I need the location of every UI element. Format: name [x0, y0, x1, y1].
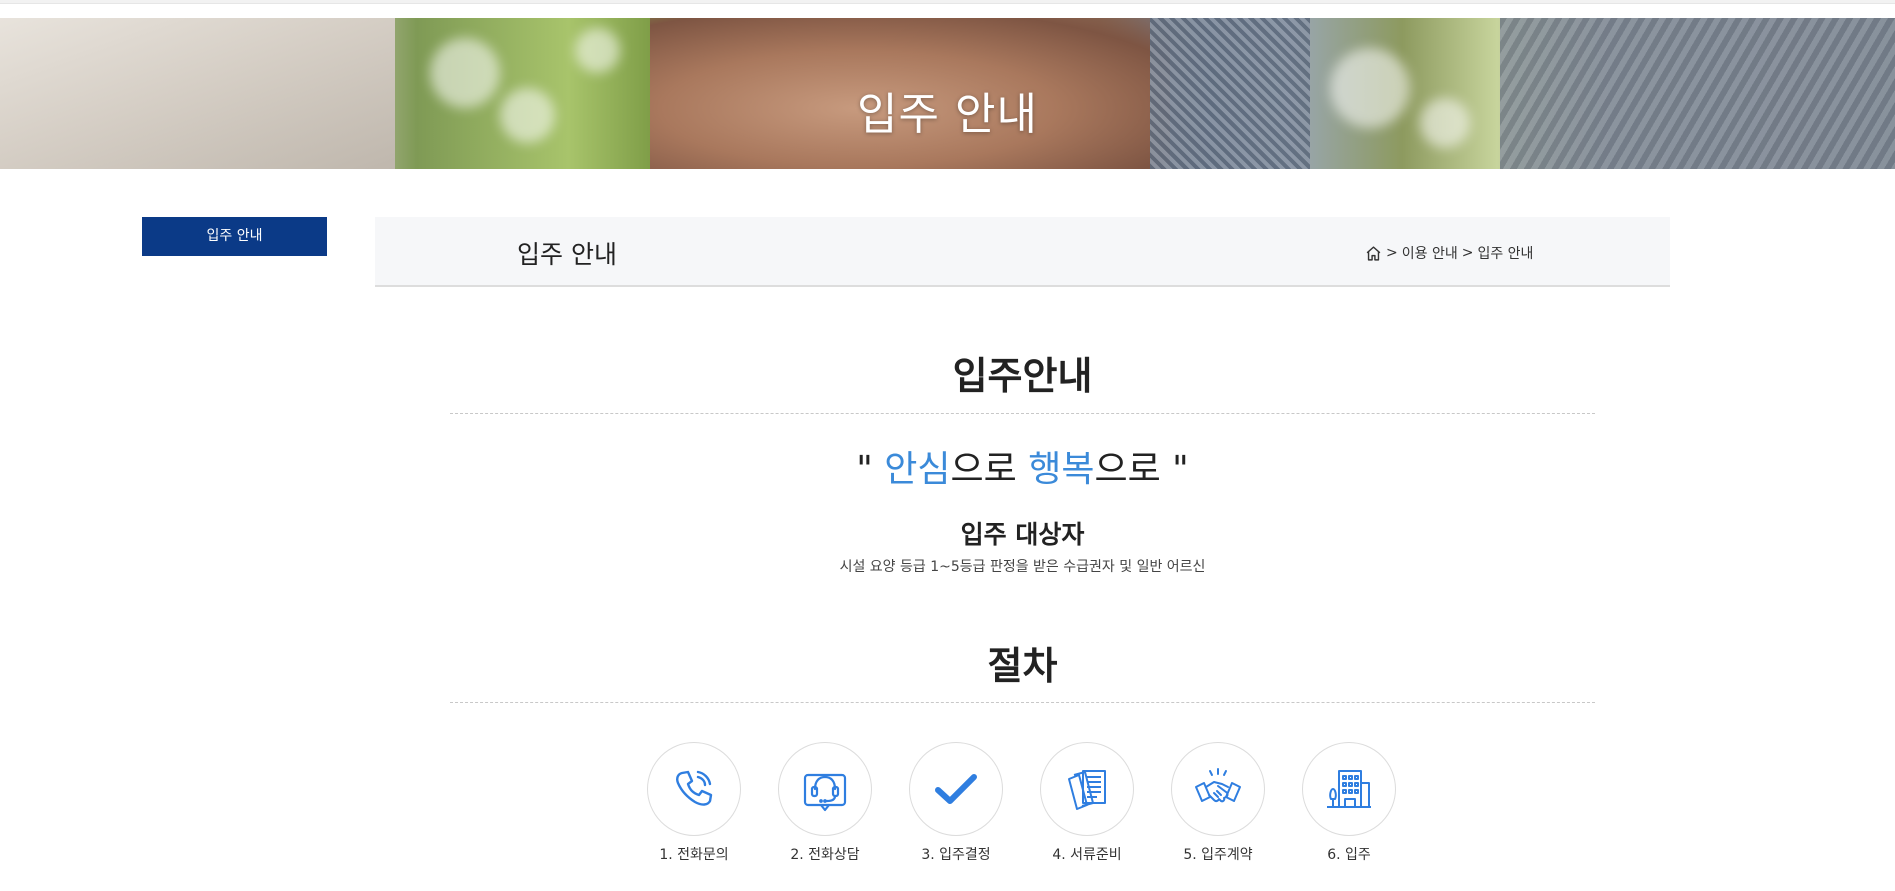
- slogan-end: 으로 ": [1094, 449, 1189, 490]
- step-label: 3. 입주결정: [921, 847, 991, 863]
- home-icon[interactable]: [1365, 245, 1382, 262]
- target-description: 시설 요양 등급 1~5등급 판정을 받은 수급권자 및 일반 어르신: [839, 559, 1206, 575]
- slogan-open: ": [856, 449, 885, 490]
- phone-icon: [676, 770, 713, 806]
- procedure-steps: 1. 전화문의 2. 전화상담 3. 입주결정 4. 서류준비 5. 입주계약 …: [646, 742, 1398, 864]
- section-title-admission: 입주안내: [952, 354, 1093, 398]
- step-circle: [778, 742, 872, 836]
- hero-bokeh: [575, 28, 620, 73]
- step-circle: [1302, 742, 1396, 836]
- breadcrumb-item-admission-guide[interactable]: 입주 안내: [1477, 243, 1533, 263]
- breadcrumb-separator: >: [1461, 245, 1474, 261]
- step-label: 6. 입주: [1327, 847, 1371, 863]
- breadcrumb-separator: >: [1386, 245, 1398, 261]
- top-border: [0, 0, 1895, 4]
- slogan-word-happiness: 행복: [1028, 449, 1095, 490]
- divider: [450, 702, 1595, 703]
- step-label: 1. 전화문의: [659, 847, 729, 863]
- checkmark-icon: [935, 774, 977, 804]
- breadcrumb: > 이용 안내 > 입주 안내: [1365, 243, 1533, 263]
- documents-icon: [1068, 770, 1106, 810]
- step-phone-consultation[interactable]: 2. 전화상담: [777, 742, 873, 864]
- page-title: 입주 안내: [517, 240, 617, 269]
- step-circle: [1040, 742, 1134, 836]
- step-circle: [647, 742, 741, 836]
- section-title-procedure: 절차: [987, 644, 1058, 688]
- slogan-mid: 으로: [950, 449, 1029, 490]
- slogan: " 안심으로 행복으로 ": [450, 440, 1595, 492]
- step-document-preparation[interactable]: 4. 서류준비: [1039, 742, 1135, 864]
- step-circle: [909, 742, 1003, 836]
- step-move-in[interactable]: 6. 입주: [1301, 742, 1397, 864]
- step-label: 5. 입주계약: [1183, 847, 1253, 863]
- handshake-icon: [1195, 768, 1241, 803]
- divider: [450, 413, 1595, 414]
- step-admission-contract[interactable]: 5. 입주계약: [1170, 742, 1266, 864]
- building-icon: [1327, 770, 1371, 808]
- step-phone-inquiry[interactable]: 1. 전화문의: [646, 742, 742, 864]
- step-label: 2. 전화상담: [790, 847, 860, 863]
- title-bar: 입주 안내 > 이용 안내 > 입주 안내: [375, 217, 1670, 287]
- slogan-word-safety: 안심: [884, 449, 951, 490]
- hero-title: 입주 안내: [857, 89, 1038, 140]
- step-circle: [1171, 742, 1265, 836]
- step-label: 4. 서류준비: [1052, 847, 1122, 863]
- breadcrumb-item-usage-guide[interactable]: 이용 안내: [1402, 243, 1458, 263]
- hero-banner: 입주 안내: [0, 18, 1895, 169]
- headset-icon: [803, 773, 847, 812]
- target-title: 입주 대상자: [960, 520, 1085, 549]
- side-menu-item-admission-guide[interactable]: 입주 안내: [142, 217, 327, 256]
- step-admission-decision[interactable]: 3. 입주결정: [908, 742, 1004, 864]
